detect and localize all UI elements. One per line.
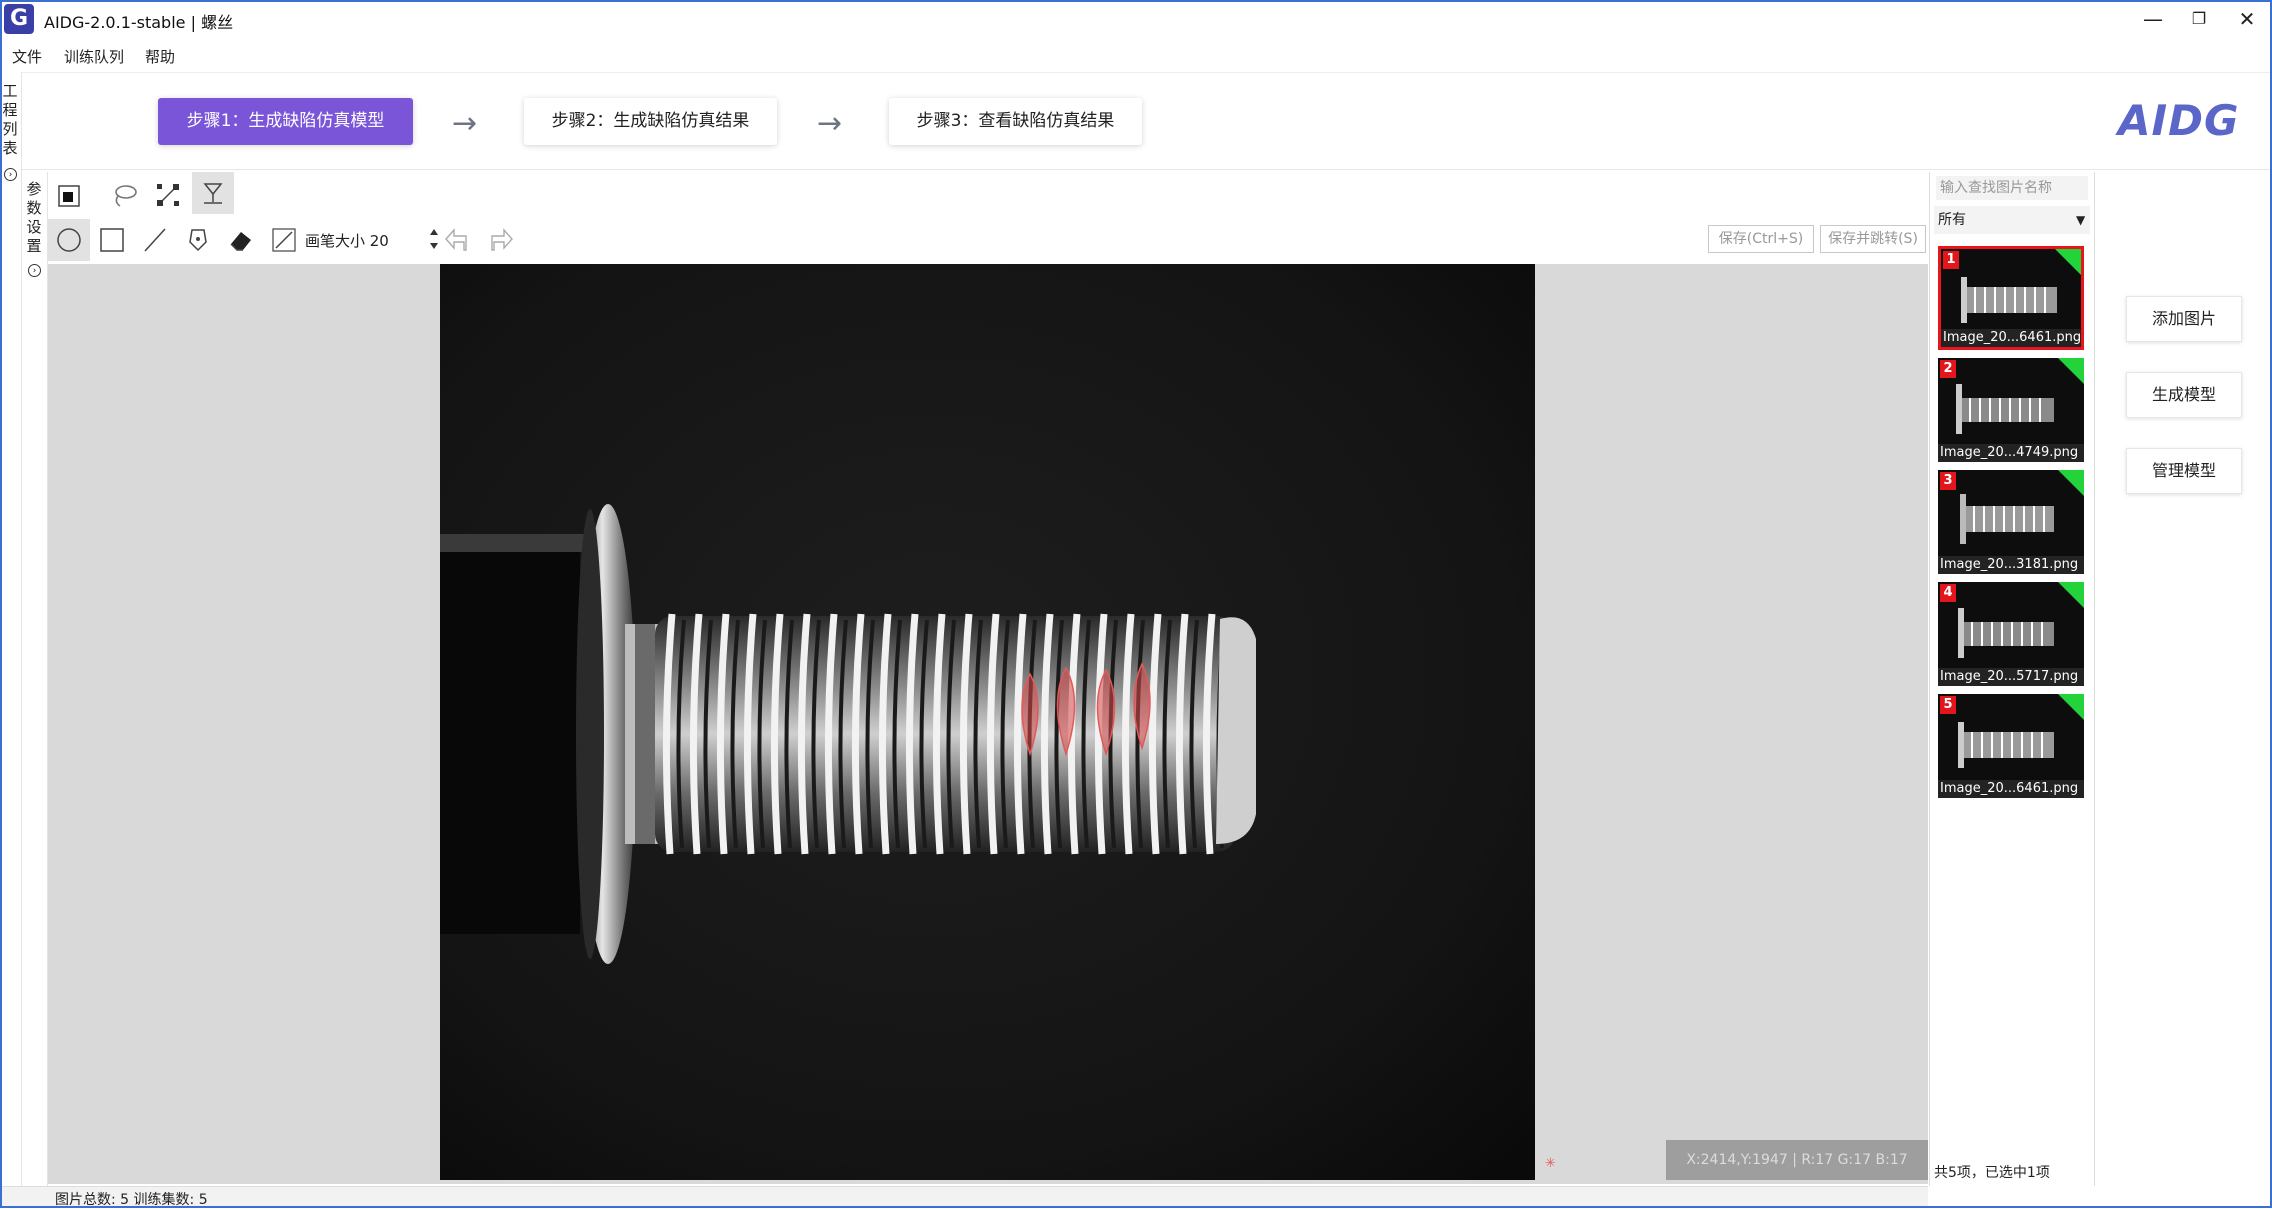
chevron-down-icon: ▼ [2076, 213, 2086, 227]
thumbnail-index: 4 [1940, 584, 1956, 602]
eraser-icon[interactable] [221, 220, 261, 260]
image-thumbnail[interactable]: 2 Image_20...4749.png [1938, 358, 2084, 462]
filter-select[interactable]: 所有 [1934, 206, 2090, 234]
save-button[interactable]: 保存(Ctrl+S) [1708, 225, 1814, 253]
coordinate-readout: X:2414,Y:1947 | R:17 G:17 B:17 [1666, 1140, 1928, 1180]
project-list-panel[interactable]: 工程 列表 › [0, 72, 22, 1208]
image-thumbnail[interactable]: 1 Image_20...6461.png [1938, 246, 2084, 350]
rectangle-tool-icon[interactable] [92, 220, 132, 260]
status-flag-icon [2058, 694, 2084, 720]
status-image-count: 图片总数: 5 训练集数: 5 [55, 1192, 208, 1208]
status-flag-icon [2058, 582, 2084, 608]
params-panel[interactable]: 参数 设置 › [22, 172, 48, 1188]
manage-model-button[interactable]: 管理模型 [2126, 448, 2242, 494]
project-list-label: 工程 列表 [2, 82, 18, 157]
brand-logo: AIDG [2118, 96, 2240, 145]
mask-mode-icon[interactable] [50, 175, 90, 215]
redo-icon[interactable] [480, 220, 520, 260]
thumbnail-index: 5 [1940, 696, 1956, 714]
menu-file[interactable]: 文件 [12, 46, 42, 67]
thumbnail-index: 1 [1943, 251, 1959, 269]
image-thumbnail[interactable]: 4 Image_20...5717.png [1938, 582, 2084, 686]
undo-icon[interactable] [438, 220, 478, 260]
thumbnail-filename: Image_20...3181.png [1938, 556, 2084, 574]
menu-bar [0, 40, 2272, 70]
status-bar [0, 1186, 1928, 1208]
polygon-points-icon[interactable] [148, 175, 188, 215]
thumbnail-filename: Image_20...6461.png [1941, 329, 2081, 347]
pen-tool-icon[interactable] [178, 220, 218, 260]
menu-training-queue[interactable]: 训练队列 [64, 46, 124, 67]
add-image-button[interactable]: 添加图片 [2126, 296, 2242, 342]
image-thumbnail[interactable]: 5 Image_20...6461.png [1938, 694, 2084, 798]
thumbnail-filename: Image_20...5717.png [1938, 668, 2084, 686]
window-title: AIDG-2.0.1-stable | 螺丝 [44, 13, 234, 32]
step-2-button[interactable]: 步骤2：生成缺陷仿真结果 [524, 98, 777, 145]
image-search-input[interactable]: 输入查找图片名称 [1936, 176, 2088, 200]
circle-tool-icon[interactable] [48, 219, 90, 261]
brush-size-icon [264, 220, 304, 260]
brush-size-input[interactable]: 画笔大小 20 [305, 230, 389, 251]
smart-select-icon[interactable] [192, 172, 234, 214]
arrow-right-icon: → [817, 106, 843, 141]
generate-model-button[interactable]: 生成模型 [2126, 372, 2242, 418]
selection-count: 共5项，已选中1项 [1934, 1165, 2050, 1181]
screw-image[interactable] [440, 264, 1535, 1180]
sparkle-icon: ✳ [1545, 1156, 1556, 1171]
step-3-button[interactable]: 步骤3：查看缺陷仿真结果 [889, 98, 1142, 145]
restore-button[interactable]: ❐ [2176, 4, 2222, 34]
thumbnail-filename: Image_20...6461.png [1938, 780, 2084, 798]
thumbnail-filename: Image_20...4749.png [1938, 444, 2084, 462]
image-thumbnail[interactable]: 3 Image_20...3181.png [1938, 470, 2084, 574]
step-1-button[interactable]: 步骤1：生成缺陷仿真模型 [158, 98, 413, 145]
status-flag-icon [2058, 358, 2084, 384]
expand-icon[interactable]: › [4, 168, 17, 181]
line-tool-icon[interactable] [135, 220, 175, 260]
thumbnail-index: 3 [1940, 472, 1956, 490]
app-logo-icon: G [4, 4, 34, 34]
title-bar [0, 0, 2272, 38]
lasso-icon[interactable] [104, 175, 144, 215]
minimize-button[interactable]: — [2130, 4, 2176, 34]
expand-icon[interactable]: › [28, 264, 41, 277]
thumbnail-index: 2 [1940, 360, 1956, 378]
arrow-right-icon: → [452, 106, 478, 141]
status-flag-icon [2058, 470, 2084, 496]
menu-help[interactable]: 帮助 [145, 46, 175, 67]
params-label: 参数 设置 [26, 180, 42, 255]
status-flag-icon [2055, 249, 2081, 275]
save-and-jump-button[interactable]: 保存并跳转(S) [1820, 225, 1926, 253]
close-button[interactable]: ✕ [2224, 4, 2270, 34]
